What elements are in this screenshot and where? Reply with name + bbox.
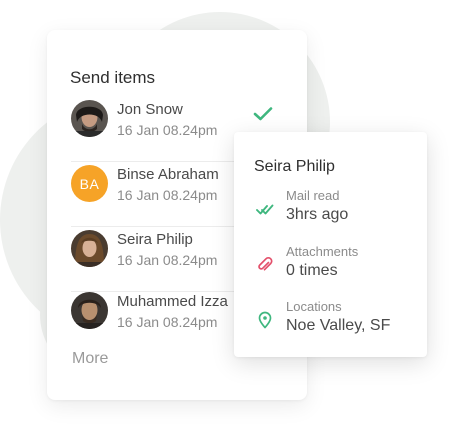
stat-value: 0 times xyxy=(286,262,338,279)
more-link[interactable]: More xyxy=(72,350,108,368)
person-photo-icon xyxy=(71,292,108,329)
contact-name: Binse Abraham xyxy=(117,166,219,183)
stat-attachments: Attachments 0 times xyxy=(254,244,424,290)
avatar xyxy=(71,292,108,329)
avatar: BA xyxy=(71,165,108,202)
contact-detail-card: Seira Philip Mail read 3hrs ago Attachme… xyxy=(234,132,427,357)
contact-time: 16 Jan 08.24pm xyxy=(117,314,218,330)
check-icon xyxy=(253,107,273,121)
contact-name: Seira Philip xyxy=(117,231,193,248)
person-photo-icon xyxy=(71,100,108,137)
person-photo-icon xyxy=(71,230,108,267)
contact-time: 16 Jan 08.24pm xyxy=(117,122,218,138)
stat-mail-read: Mail read 3hrs ago xyxy=(254,188,424,234)
contact-name: Jon Snow xyxy=(117,101,183,118)
contact-time: 16 Jan 08.24pm xyxy=(117,252,218,268)
send-items-title: Send items xyxy=(70,68,156,87)
map-pin-icon xyxy=(258,311,272,329)
stat-locations: Locations Noe Valley, SF xyxy=(254,299,424,345)
stat-label: Locations xyxy=(286,299,342,314)
stat-value: 3hrs ago xyxy=(286,206,349,223)
avatar xyxy=(71,230,108,267)
paperclip-icon xyxy=(258,256,273,271)
contact-time: 16 Jan 08.24pm xyxy=(117,187,218,203)
stat-label: Mail read xyxy=(286,188,340,203)
avatar xyxy=(71,100,108,137)
stat-value: Noe Valley, SF xyxy=(286,317,391,334)
double-check-icon xyxy=(256,204,274,215)
stat-label: Attachments xyxy=(286,244,359,259)
contact-name: Muhammed Izza xyxy=(117,293,228,310)
detail-contact-name: Seira Philip xyxy=(254,158,335,175)
